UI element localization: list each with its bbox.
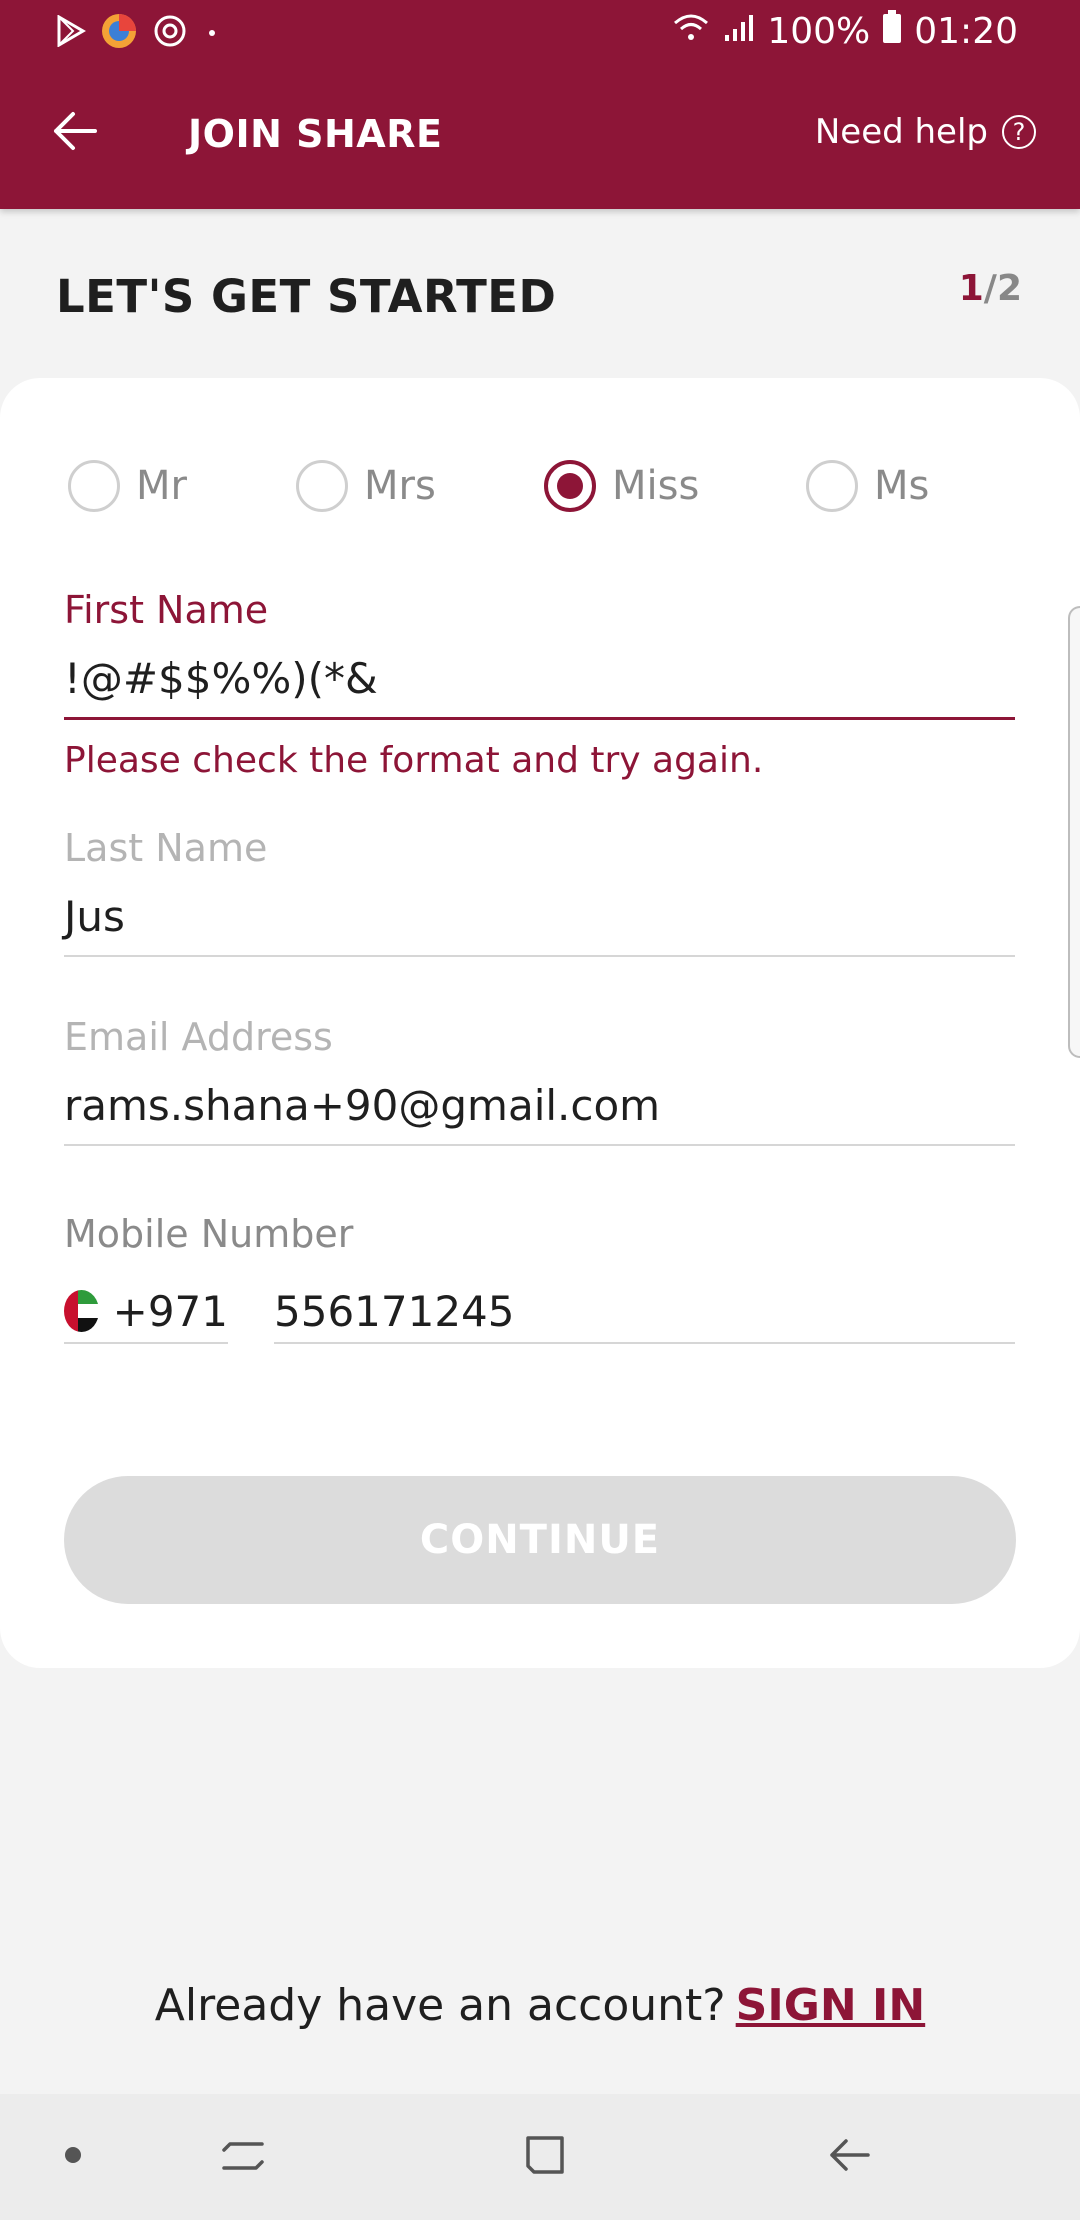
mobile-number-input[interactable]: 556171245: [274, 1280, 1015, 1344]
sign-in-prompt: Already have an account? SIGN IN: [0, 1980, 1080, 2031]
question-circle-icon: ?: [1002, 115, 1036, 149]
step-total: /2: [983, 268, 1022, 309]
first-name-field[interactable]: First Name !@#$$%%)(*&: [64, 588, 1015, 720]
radio-circle-selected: [544, 460, 596, 512]
last-name-field[interactable]: Last Name Jus: [64, 826, 1015, 957]
radio-label: Ms: [874, 463, 930, 509]
email-field[interactable]: Email Address rams.shana+90@gmail.com: [64, 1015, 1015, 1146]
wifi-icon: [671, 11, 711, 52]
first-name-error: Please check the format and try again.: [64, 740, 764, 781]
battery-icon: [882, 10, 902, 53]
signal-icon: [723, 11, 755, 52]
clock: 01:20: [914, 11, 1018, 52]
radio-mr[interactable]: Mr: [68, 460, 187, 512]
dot-icon: [202, 21, 222, 45]
radio-label: Mrs: [364, 463, 436, 509]
uae-flag-icon: [64, 1290, 99, 1332]
need-help-button[interactable]: Need help ?: [815, 112, 1036, 152]
home-button[interactable]: [510, 2124, 580, 2190]
first-name-label: First Name: [64, 588, 269, 632]
nav-dot-button[interactable]: [38, 2124, 108, 2190]
section-heading: LET'S GET STARTED: [56, 270, 557, 323]
step-current: 1: [958, 268, 984, 309]
side-panel-handle[interactable]: [1068, 606, 1080, 1058]
radio-mrs[interactable]: Mrs: [296, 460, 436, 512]
system-back-button[interactable]: [814, 2124, 884, 2190]
step-indicator: 1/2: [959, 268, 1022, 309]
home-square-icon: [522, 2132, 568, 2182]
country-code: +971: [112, 1286, 228, 1336]
radio-circle: [68, 460, 120, 512]
app-bar: 100% 01:20 JOIN SHARE Need help ?: [0, 0, 1080, 209]
last-name-input[interactable]: Jus: [64, 892, 1015, 957]
status-bar: 100% 01:20: [0, 0, 1080, 64]
status-bar-left: [56, 12, 222, 54]
continue-button[interactable]: CONTINUE: [64, 1476, 1016, 1604]
radio-label: Miss: [612, 463, 700, 509]
browser-icon: [100, 12, 138, 54]
country-code-selector[interactable]: +971: [64, 1280, 228, 1344]
first-name-input[interactable]: !@#$$%%)(*&: [64, 654, 1015, 720]
last-name-label: Last Name: [64, 826, 268, 870]
recent-apps-icon: [220, 2132, 266, 2182]
sync-icon: [152, 13, 188, 53]
need-help-label: Need help: [814, 112, 988, 152]
radio-ms[interactable]: Ms: [806, 460, 929, 512]
system-nav-bar: [0, 2094, 1080, 2220]
sign-in-prompt-text: Already have an account?: [154, 1980, 726, 2031]
status-bar-right: 100% 01:20: [671, 10, 1018, 53]
recent-apps-button[interactable]: [208, 2124, 278, 2190]
back-button[interactable]: [46, 105, 102, 161]
radio-label: Mr: [136, 463, 187, 509]
sign-in-link[interactable]: SIGN IN: [736, 1980, 926, 2031]
arrow-left-icon: [51, 111, 97, 155]
radio-miss[interactable]: Miss: [544, 460, 699, 512]
radio-circle: [806, 460, 858, 512]
back-arrow-icon: [826, 2132, 872, 2182]
email-label: Email Address: [64, 1015, 333, 1059]
mobile-label: Mobile Number: [64, 1212, 354, 1256]
battery-percent: 100%: [767, 11, 871, 52]
email-input[interactable]: rams.shana+90@gmail.com: [64, 1081, 1015, 1146]
page-title: JOIN SHARE: [188, 112, 443, 156]
radio-circle: [296, 460, 348, 512]
play-store-icon: [56, 14, 86, 51]
dot-icon: [63, 2145, 83, 2169]
